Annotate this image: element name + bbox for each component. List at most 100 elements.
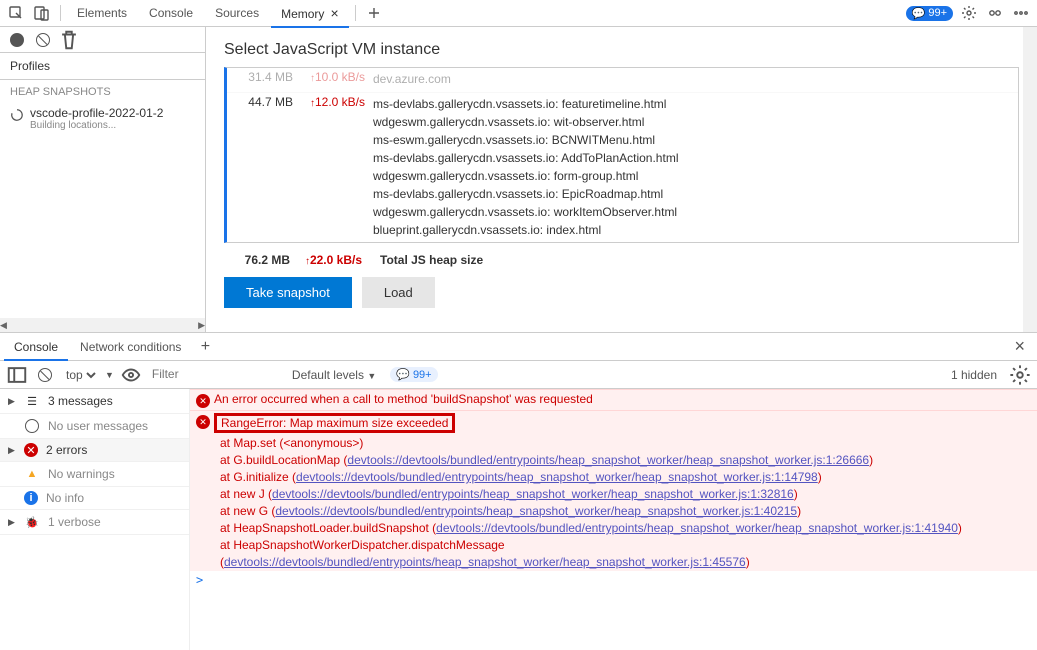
warnings-count: No warnings: [48, 467, 115, 481]
console-toolbar: top ▼ Default levels ▼ 💬 99+ 1 hidden: [0, 361, 1037, 389]
vm-urls: dev.azure.com: [373, 70, 1014, 88]
profiles-header: Profiles: [0, 53, 205, 80]
source-link[interactable]: devtools://devtools/bundled/entrypoints/…: [296, 470, 818, 484]
tab-console[interactable]: Console: [139, 0, 203, 26]
messages-count: 3 messages: [48, 394, 113, 408]
vm-rate: 12.0 kB/s: [301, 95, 373, 239]
log-levels-dropdown[interactable]: Default levels ▼: [292, 368, 376, 382]
activity-icon[interactable]: [983, 1, 1007, 25]
snapshot-buttons: Take snapshot Load: [224, 277, 1019, 308]
stack-frame: at HeapSnapshotWorkerDispatcher.dispatch…: [190, 537, 1037, 571]
memory-content: Select JavaScript VM instance 31.4 MB 10…: [206, 27, 1037, 332]
filter-input[interactable]: [148, 365, 278, 384]
take-snapshot-button[interactable]: Take snapshot: [224, 277, 352, 308]
vm-rate: 10.0 kB/s: [301, 70, 373, 88]
error-text: An error occurred when a call to method …: [214, 392, 593, 406]
close-drawer-icon[interactable]: ×: [1006, 336, 1033, 357]
stack-frame: at new G (devtools://devtools/bundled/en…: [190, 503, 1037, 520]
error-icon: ✕: [196, 394, 210, 408]
devtools-top-tabs: Elements Console Sources Memory × 💬 99+: [0, 0, 1037, 27]
vm-url: ms-devlabs.gallerycdn.vsassets.io: AddTo…: [373, 149, 1014, 167]
settings-icon[interactable]: [957, 1, 981, 25]
drawer-tab-network-conditions[interactable]: Network conditions: [70, 334, 191, 360]
error-text-highlighted: RangeError: Map maximum size exceeded: [214, 413, 455, 433]
vm-instance-heading: Select JavaScript VM instance: [224, 41, 1019, 59]
context-selector[interactable]: top: [62, 367, 99, 383]
delete-icon[interactable]: [58, 29, 80, 51]
drawer-tabs: Console Network conditions + ×: [0, 333, 1037, 361]
stack-frame: at G.buildLocationMap (devtools://devtoo…: [190, 452, 1037, 469]
stack-frame: at Map.set (<anonymous>): [190, 435, 1037, 452]
live-expression-icon[interactable]: [120, 364, 142, 386]
error-message: ✕ RangeError: Map maximum size exceeded: [190, 410, 1037, 435]
vm-urls: ms-devlabs.gallerycdn.vsassets.io: featu…: [373, 95, 1014, 239]
source-link[interactable]: devtools://devtools/bundled/entrypoints/…: [436, 521, 958, 535]
tab-memory[interactable]: Memory ×: [271, 0, 349, 27]
verbose-count: 1 verbose: [48, 515, 101, 529]
user-messages-filter[interactable]: No user messages: [0, 414, 189, 439]
profiles-toolbar: [0, 27, 205, 53]
clear-console-icon[interactable]: [34, 364, 56, 386]
console-issues-count: 99+: [413, 369, 432, 381]
toggle-console-sidebar-icon[interactable]: [6, 364, 28, 386]
messages-filter[interactable]: ▶☰3 messages: [0, 389, 189, 414]
warnings-filter[interactable]: ▲No warnings: [0, 462, 189, 487]
source-link[interactable]: devtools://devtools/bundled/entrypoints/…: [347, 453, 869, 467]
source-link[interactable]: devtools://devtools/bundled/entrypoints/…: [224, 555, 746, 569]
load-button[interactable]: Load: [362, 277, 435, 308]
device-toggle-icon[interactable]: [30, 1, 54, 25]
vm-url: wdgeswm.gallerycdn.vsassets.io: wit-obse…: [373, 113, 1014, 131]
info-filter[interactable]: iNo info: [0, 487, 189, 510]
memory-panel: Profiles HEAP SNAPSHOTS vscode-profile-2…: [0, 27, 1037, 333]
total-heap-row: 76.2 MB 22.0 kB/s Total JS heap size: [224, 243, 1019, 277]
vm-instance-list[interactable]: 31.4 MB 10.0 kB/s dev.azure.com 44.7 MB …: [224, 67, 1019, 243]
console-settings-icon[interactable]: [1009, 364, 1031, 386]
vm-url: ms-devlabs.gallerycdn.vsassets.io: featu…: [373, 95, 1014, 113]
stack-frame: at G.initialize (devtools://devtools/bun…: [190, 469, 1037, 486]
record-icon[interactable]: [6, 29, 28, 51]
error-message: ✕ An error occurred when a call to method…: [190, 389, 1037, 410]
separator: [60, 5, 61, 21]
vm-row[interactable]: 44.7 MB 12.0 kB/s ms-devlabs.gallerycdn.…: [227, 93, 1018, 243]
info-count: No info: [46, 491, 84, 505]
add-tab-icon[interactable]: [362, 1, 386, 25]
source-link[interactable]: devtools://devtools/bundled/entrypoints/…: [272, 487, 794, 501]
error-icon: ✕: [196, 415, 210, 429]
vm-url: wdgeswm.gallerycdn.vsassets.io: form-gro…: [373, 167, 1014, 185]
errors-filter[interactable]: ▶✕2 errors: [0, 439, 189, 462]
profiles-sidebar: Profiles HEAP SNAPSHOTS vscode-profile-2…: [0, 27, 206, 332]
hidden-count[interactable]: 1 hidden: [951, 368, 997, 382]
add-drawer-tab-icon[interactable]: +: [193, 338, 217, 356]
errors-count: 2 errors: [46, 443, 87, 457]
vm-size: 44.7 MB: [231, 95, 301, 239]
spinner-icon: [10, 108, 24, 125]
verbose-filter[interactable]: ▶🐞1 verbose: [0, 510, 189, 535]
console-body: ▶☰3 messages No user messages ▶✕2 errors…: [0, 389, 1037, 650]
total-size: 76.2 MB: [228, 253, 298, 267]
snapshot-item[interactable]: vscode-profile-2022-01-2 Building locati…: [0, 104, 205, 133]
inspect-icon[interactable]: [4, 1, 28, 25]
console-issues-badge[interactable]: 💬 99+: [390, 367, 437, 382]
vm-url: wdgeswm.gallerycdn.vsassets.io: workItem…: [373, 203, 1014, 221]
clear-icon[interactable]: [32, 29, 54, 51]
drawer-tab-console[interactable]: Console: [4, 334, 68, 360]
console-prompt[interactable]: >: [190, 571, 1037, 589]
tab-sources[interactable]: Sources: [205, 0, 269, 26]
source-link[interactable]: devtools://devtools/bundled/entrypoints/…: [275, 504, 797, 518]
tab-elements[interactable]: Elements: [67, 0, 137, 26]
tab-memory-label: Memory: [281, 7, 324, 21]
more-icon[interactable]: [1009, 1, 1033, 25]
vm-url: blueprint.gallerycdn.vsassets.io: index.…: [373, 221, 1014, 239]
snapshot-title: vscode-profile-2022-01-2: [30, 106, 163, 120]
log-levels-label: Default levels: [292, 368, 364, 382]
content-scrollbar[interactable]: [1023, 27, 1037, 332]
vm-row[interactable]: 31.4 MB 10.0 kB/s dev.azure.com: [227, 68, 1018, 93]
snapshot-status: Building locations...: [30, 120, 163, 131]
total-label: Total JS heap size: [370, 253, 1015, 267]
console-output[interactable]: ✕ An error occurred when a call to method…: [190, 389, 1037, 650]
sidebar-scrollbar[interactable]: ◀▶: [0, 318, 205, 332]
close-tab-icon[interactable]: ×: [330, 5, 338, 21]
issues-badge-count: 99+: [928, 7, 947, 19]
issues-badge[interactable]: 💬 99+: [906, 6, 953, 21]
console-sidebar: ▶☰3 messages No user messages ▶✕2 errors…: [0, 389, 190, 650]
